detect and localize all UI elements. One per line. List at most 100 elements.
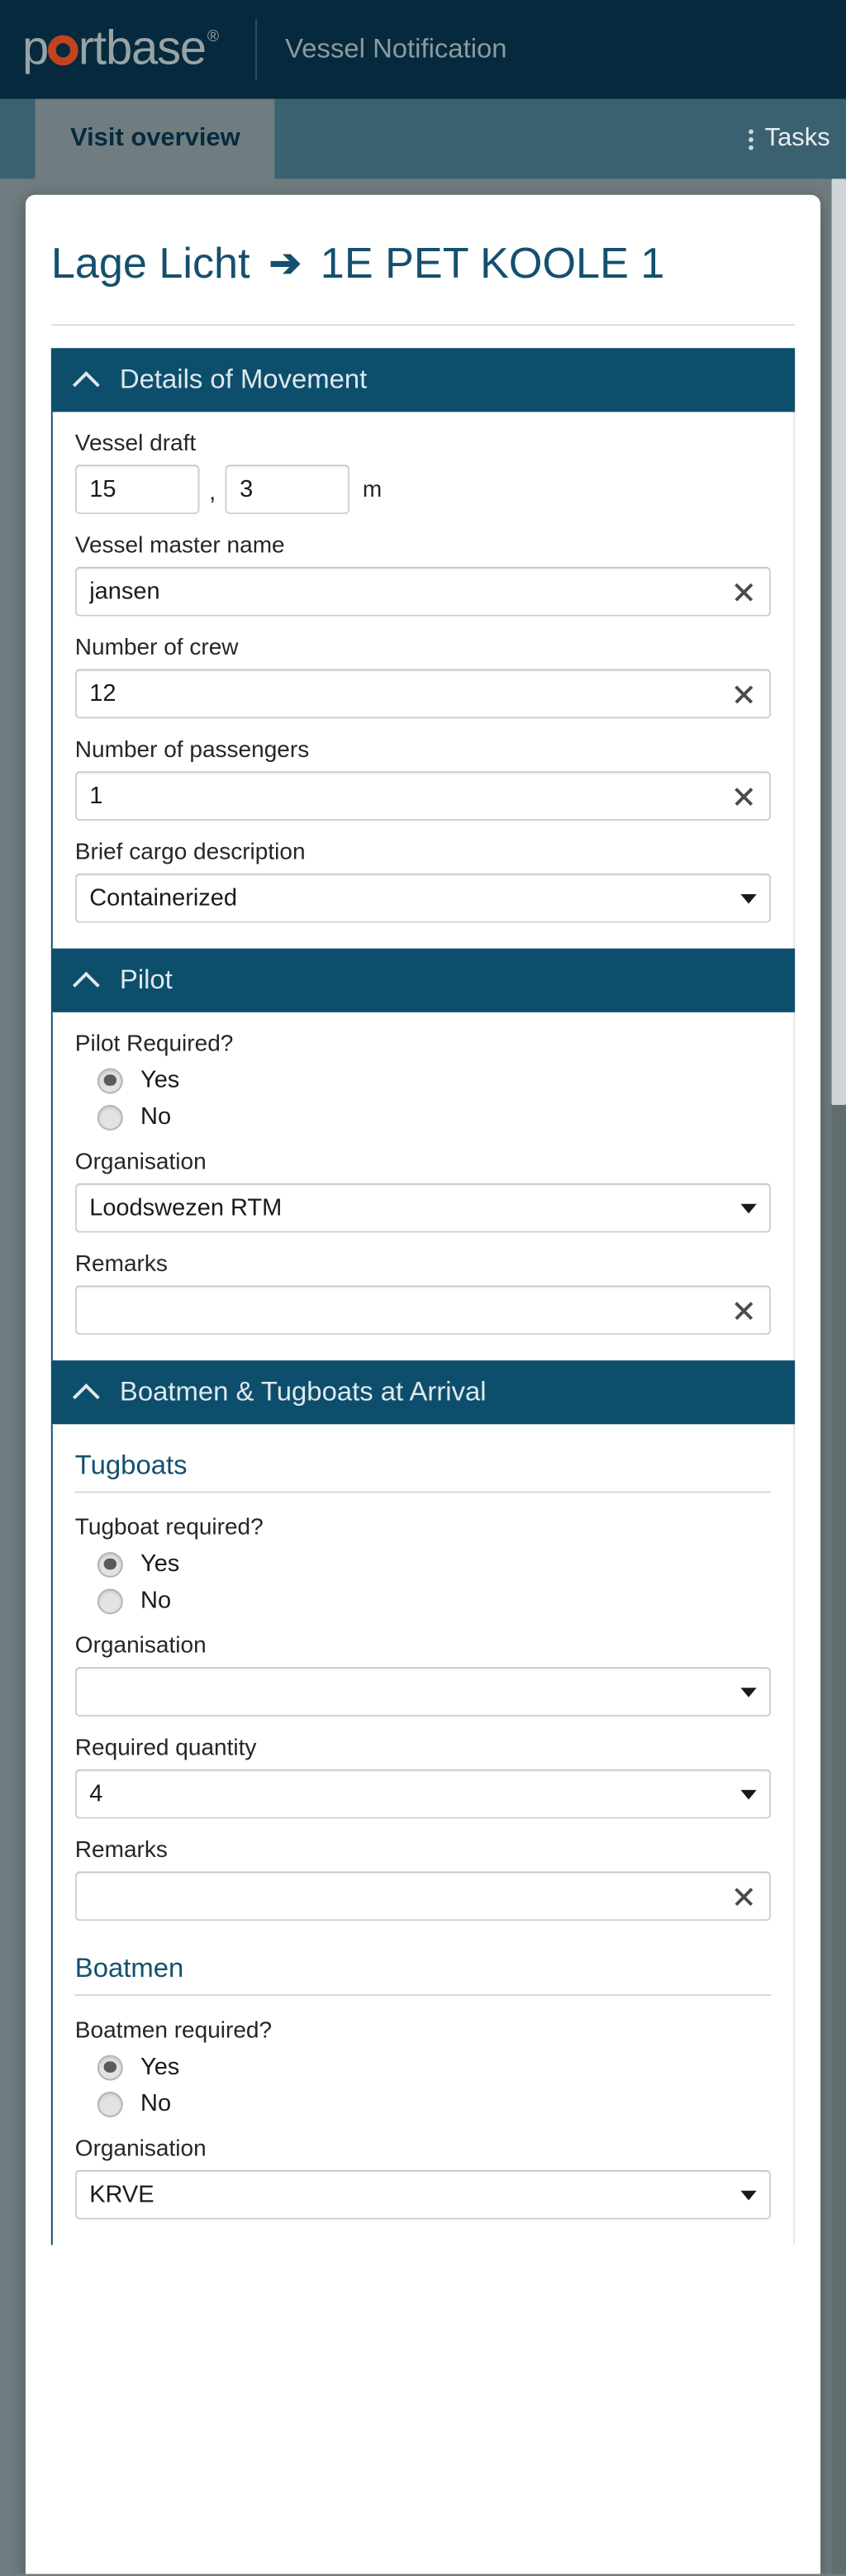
close-icon[interactable]	[731, 783, 757, 809]
label-tugboat-required: Tugboat required?	[74, 1515, 264, 1541]
page-scrollbar[interactable]	[831, 179, 846, 2574]
field-tugboat-required-quantity: Required quantity 4	[74, 1736, 772, 1819]
field-tugboat-organisation: Organisation	[74, 1633, 772, 1717]
chevron-down-icon[interactable]	[740, 1687, 757, 1697]
vessel-draft-unit: m	[362, 476, 383, 502]
label-boatmen-required: Boatmen required?	[74, 2018, 273, 2045]
chevron-up-icon	[74, 1379, 99, 1405]
label-boatmen-organisation: Organisation	[74, 2136, 207, 2163]
arrow-right-icon: ➔	[269, 242, 302, 286]
radio-boatmen-required-yes[interactable]: Yes	[97, 2054, 771, 2080]
page-title-to: 1E PET KOOLE 1	[320, 239, 665, 288]
radio-button-icon[interactable]	[97, 1588, 123, 1614]
label-pilot-organisation: Organisation	[74, 1150, 207, 1176]
radio-label-no: No	[140, 1587, 172, 1615]
field-number-of-crew: Number of crew 12	[74, 635, 772, 719]
tab-bar-spacer	[0, 99, 36, 179]
field-boatmen-organisation: Organisation KRVE	[74, 2136, 772, 2220]
label-tugboat-required-quantity: Required quantity	[74, 1736, 257, 1762]
field-tugboat-remarks: Remarks	[74, 1837, 772, 1921]
radio-label-no: No	[140, 2090, 172, 2117]
title-divider	[50, 324, 796, 326]
form-card: Lage Licht ➔ 1E PET KOOLE 1 Details of M…	[25, 194, 821, 2574]
field-pilot-remarks: Remarks	[74, 1251, 772, 1336]
radio-pilot-required-yes[interactable]: Yes	[97, 1066, 771, 1094]
label-number-of-crew: Number of crew	[74, 635, 239, 661]
radio-boatmen-required-no[interactable]: No	[97, 2090, 771, 2117]
field-brief-cargo-description: Brief cargo description Containerized	[74, 840, 772, 923]
radio-button-icon[interactable]	[97, 2054, 123, 2080]
logo-text-pre: p	[22, 22, 49, 75]
chevron-up-icon	[74, 968, 99, 993]
boatmen-organisation-select[interactable]: KRVE	[74, 2169, 772, 2220]
vessel-master-name-input[interactable]: jansen	[74, 566, 772, 617]
tugboat-organisation-select[interactable]	[74, 1667, 772, 1717]
radio-button-icon[interactable]	[97, 1104, 123, 1130]
app-title: Vessel Notification	[285, 33, 507, 64]
page-title-from: Lage Licht	[50, 239, 250, 288]
vessel-draft-separator: ,	[209, 479, 216, 507]
close-icon[interactable]	[731, 1298, 757, 1323]
radio-button-icon[interactable]	[97, 2091, 123, 2117]
tasks-menu[interactable]: Tasks	[749, 99, 846, 179]
section-title: Boatmen & Tugboats at Arrival	[119, 1376, 487, 1407]
page-container: Lage Licht ➔ 1E PET KOOLE 1 Details of M…	[0, 179, 846, 2574]
label-tugboat-organisation: Organisation	[74, 1633, 207, 1659]
tugboat-required-quantity-select[interactable]: 4	[74, 1769, 772, 1819]
number-of-crew-input[interactable]: 12	[74, 669, 772, 719]
label-number-of-passengers: Number of passengers	[74, 737, 310, 764]
radio-label-yes: Yes	[140, 1066, 180, 1094]
scrollbar-thumb[interactable]	[831, 179, 846, 1105]
radio-button-icon[interactable]	[97, 1067, 123, 1093]
vessel-draft-whole-input[interactable]: 15	[74, 464, 200, 515]
tugboat-remarks-input[interactable]	[74, 1871, 772, 1921]
section-details-of-movement: Details of Movement Vessel draft 15 , 3 …	[50, 348, 796, 949]
brief-cargo-description-value: Containerized	[89, 884, 238, 912]
section-pilot: Pilot Pilot Required? Yes No Organisatio…	[50, 948, 796, 1361]
radio-button-icon[interactable]	[97, 1551, 123, 1577]
vessel-master-name-value: jansen	[89, 578, 160, 606]
number-of-passengers-value: 1	[89, 782, 103, 810]
section-header-boatmen-tugboats[interactable]: Boatmen & Tugboats at Arrival	[50, 1360, 796, 1425]
label-vessel-draft: Vessel draft	[74, 431, 197, 457]
chevron-down-icon[interactable]	[740, 893, 757, 903]
section-boatmen-tugboats: Boatmen & Tugboats at Arrival Tugboats T…	[50, 1360, 796, 2245]
pilot-remarks-input[interactable]	[74, 1285, 772, 1336]
portbase-logo[interactable]: p rtbase ®	[22, 22, 219, 77]
tab-visit-overview[interactable]: Visit overview	[35, 98, 276, 179]
section-title: Details of Movement	[119, 364, 368, 395]
subheading-tugboats: Tugboats	[74, 1444, 772, 1493]
field-pilot-organisation: Organisation Loodswezen RTM	[74, 1150, 772, 1233]
radio-pilot-required-no[interactable]: No	[97, 1103, 771, 1131]
pilot-organisation-select[interactable]: Loodswezen RTM	[74, 1183, 772, 1233]
close-icon[interactable]	[731, 579, 757, 604]
form-card-inner: Lage Licht ➔ 1E PET KOOLE 1 Details of M…	[26, 195, 820, 2245]
label-pilot-remarks: Remarks	[74, 1251, 168, 1278]
section-body-pilot: Pilot Required? Yes No Organisation Lood…	[50, 1012, 796, 1361]
number-of-crew-value: 12	[89, 680, 116, 707]
radio-tugboat-required-yes[interactable]: Yes	[97, 1550, 771, 1578]
subheading-boatmen: Boatmen	[74, 1946, 772, 1997]
field-vessel-draft: Vessel draft 15 , 3 m	[74, 431, 771, 515]
section-header-details-of-movement[interactable]: Details of Movement	[50, 348, 796, 412]
registered-mark: ®	[207, 28, 219, 47]
brief-cargo-description-select[interactable]: Containerized	[74, 873, 772, 923]
chevron-down-icon[interactable]	[740, 2189, 757, 2200]
radio-tugboat-required-no[interactable]: No	[97, 1587, 771, 1614]
boatmen-organisation-value: KRVE	[89, 2181, 154, 2209]
section-body-boatmen-tugboats: Tugboats Tugboat required? Yes No Organi…	[50, 1424, 796, 2245]
close-icon[interactable]	[731, 1883, 757, 1909]
field-vessel-master-name: Vessel master name jansen	[74, 533, 772, 617]
field-tugboat-required: Tugboat required? Yes No	[75, 1516, 771, 1615]
number-of-passengers-input[interactable]: 1	[74, 771, 772, 821]
section-title: Pilot	[119, 964, 173, 995]
radio-label-no: No	[140, 1103, 172, 1131]
chevron-down-icon[interactable]	[740, 1202, 757, 1213]
section-header-pilot[interactable]: Pilot	[50, 948, 796, 1012]
logo-text-post: rtbase	[78, 22, 207, 75]
vessel-draft-decimal-input[interactable]: 3	[225, 464, 350, 515]
close-icon[interactable]	[731, 681, 757, 707]
chevron-down-icon[interactable]	[740, 1788, 757, 1799]
radio-label-yes: Yes	[140, 1550, 180, 1578]
label-tugboat-remarks: Remarks	[74, 1837, 168, 1864]
